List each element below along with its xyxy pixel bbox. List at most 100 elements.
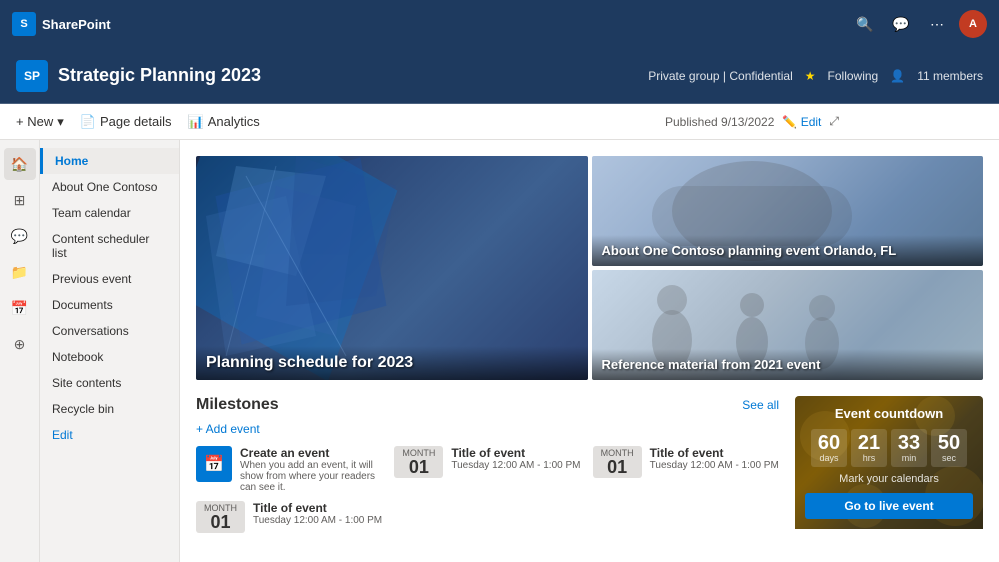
tile3-overlay: Reference material from 2021 event xyxy=(592,349,984,380)
page-details-button[interactable]: 📄 Page details xyxy=(80,114,172,130)
main-layout: 🏠 ⊞ 💬 📁 📅 ⊕ Home About One Contoso Team … xyxy=(0,140,999,562)
nav-bar: 🏠 ⊞ 💬 📁 📅 ⊕ xyxy=(0,140,40,562)
page-details-label: Page details xyxy=(100,114,172,129)
countdown-hours-label: hrs xyxy=(863,453,876,463)
sharepoint-logo: S SharePoint xyxy=(12,12,111,36)
events-row-2: Month 01 Title of event Tuesday 12:00 AM… xyxy=(196,501,779,533)
top-bar: S SharePoint 🔍 💬 ⋯ A xyxy=(0,0,999,48)
search-icon[interactable]: 🔍 xyxy=(851,10,879,38)
nav-calendar-icon[interactable]: 📅 xyxy=(4,292,36,324)
sidebar-item-notebook[interactable]: Notebook xyxy=(40,344,179,370)
command-bar: + New ▾ 📄 Page details 📊 Analytics Publi… xyxy=(0,104,999,140)
chevron-down-icon: ▾ xyxy=(57,114,64,130)
expand-icon[interactable]: ⤢ xyxy=(829,114,839,129)
tile3-title: Reference material from 2021 event xyxy=(602,357,974,372)
content-area: Planning schedule for 2023 About One Con… xyxy=(180,140,999,562)
sidebar-item-site-contents[interactable]: Site contents xyxy=(40,370,179,396)
sidebar-item-documents[interactable]: Documents xyxy=(40,292,179,318)
event1-info: Title of event Tuesday 12:00 AM - 1:00 P… xyxy=(451,446,580,471)
event3-date-badge: Month 01 xyxy=(196,501,245,533)
sidebar-item-about[interactable]: About One Contoso xyxy=(40,174,179,200)
event-card-3[interactable]: Month 01 Title of event Tuesday 12:00 AM… xyxy=(196,501,779,533)
nav-more-icon[interactable]: ⊕ xyxy=(4,328,36,360)
event1-time: Tuesday 12:00 AM - 1:00 PM xyxy=(451,460,580,471)
countdown-days-label: days xyxy=(819,453,838,463)
tile1-overlay: Planning schedule for 2023 xyxy=(196,346,588,380)
event1-title: Title of event xyxy=(451,446,580,460)
published-info: Published 9/13/2022 ✏️ Edit ⤢ xyxy=(665,114,839,129)
countdown-days-num: 60 xyxy=(818,433,840,453)
chat-icon[interactable]: 💬 xyxy=(887,10,915,38)
event1-day: 01 xyxy=(409,458,429,476)
published-date: Published 9/13/2022 xyxy=(665,115,774,129)
analytics-button[interactable]: 📊 Analytics xyxy=(188,114,260,130)
top-bar-right: 🔍 💬 ⋯ A xyxy=(851,10,987,38)
event3-info: Title of event Tuesday 12:00 AM - 1:00 P… xyxy=(253,501,779,526)
person-icon: 👤 xyxy=(890,69,905,83)
site-logo-text: SP xyxy=(24,69,40,83)
countdown-seconds-label: sec xyxy=(942,453,956,463)
events-row-1: 📅 Create an event When you add an event,… xyxy=(196,446,779,493)
avatar[interactable]: A xyxy=(959,10,987,38)
tile1-title: Planning schedule for 2023 xyxy=(206,354,578,372)
star-icon: ★ xyxy=(805,69,816,83)
image-tile-1[interactable]: Planning schedule for 2023 xyxy=(196,156,588,380)
milestones-title: Milestones xyxy=(196,396,279,414)
nav-chat-icon[interactable]: 💬 xyxy=(4,220,36,252)
milestones-left: Milestones See all + Add event 📅 Create … xyxy=(196,396,779,533)
countdown-content: Event countdown 60 days 21 hrs 3 xyxy=(805,406,973,519)
event-card-1[interactable]: Month 01 Title of event Tuesday 12:00 AM… xyxy=(394,446,580,493)
image-grid: Planning schedule for 2023 About One Con… xyxy=(196,156,983,380)
site-logo-badge: SP xyxy=(16,60,48,92)
countdown-hours: 21 hrs xyxy=(851,429,887,467)
sidebar-item-team-calendar[interactable]: Team calendar xyxy=(40,200,179,226)
event-card-2[interactable]: Month 01 Title of event Tuesday 12:00 AM… xyxy=(593,446,779,493)
sidebar-item-previous-event[interactable]: Previous event xyxy=(40,266,179,292)
sidebar-item-recycle-bin[interactable]: Recycle bin xyxy=(40,396,179,422)
nav-apps-icon[interactable]: ⊞ xyxy=(4,184,36,216)
countdown-days: 60 days xyxy=(811,429,847,467)
site-title: Strategic Planning 2023 xyxy=(58,65,261,86)
go-live-button[interactable]: Go to live event xyxy=(805,493,973,519)
add-event-button[interactable]: + Add event xyxy=(196,422,779,436)
analytics-label: Analytics xyxy=(208,114,260,129)
create-event-desc: When you add an event, it will show from… xyxy=(240,460,382,493)
image-tile-2[interactable]: About One Contoso planning event Orlando… xyxy=(592,156,984,266)
nav-docs-icon[interactable]: 📁 xyxy=(4,256,36,288)
countdown-seconds: 50 sec xyxy=(931,429,967,467)
event2-date-badge: Month 01 xyxy=(593,446,642,478)
sidebar-item-home[interactable]: Home xyxy=(40,148,179,174)
countdown-widget: Event countdown 60 days 21 hrs 3 xyxy=(795,396,983,533)
event2-time: Tuesday 12:00 AM - 1:00 PM xyxy=(650,460,779,471)
countdown-minutes-label: min xyxy=(902,453,917,463)
milestones-section: Milestones See all + Add event 📅 Create … xyxy=(196,396,983,533)
create-event-title: Create an event xyxy=(240,446,382,460)
event1-date-badge: Month 01 xyxy=(394,446,443,478)
sidebar-item-edit[interactable]: Edit xyxy=(40,422,179,448)
create-event-info: Create an event When you add an event, i… xyxy=(240,446,382,493)
site-header-right: Private group | Confidential ★ Following… xyxy=(648,69,983,83)
privacy-label: Private group | Confidential xyxy=(648,69,793,83)
tile2-title: About One Contoso planning event Orlando… xyxy=(602,243,974,258)
more-icon[interactable]: ⋯ xyxy=(923,10,951,38)
nav-home-icon[interactable]: 🏠 xyxy=(4,148,36,180)
countdown-hours-num: 21 xyxy=(858,433,880,453)
countdown-minutes: 33 min xyxy=(891,429,927,467)
mark-calendar-text: Mark your calendars xyxy=(805,473,973,485)
following-button[interactable]: Following xyxy=(828,69,879,83)
calendar-icon: 📅 xyxy=(196,446,232,482)
event3-title: Title of event xyxy=(253,501,779,515)
countdown-bg: Event countdown 60 days 21 hrs 3 xyxy=(795,396,983,529)
image-tile-3[interactable]: Reference material from 2021 event xyxy=(592,270,984,380)
create-event-card: 📅 Create an event When you add an event,… xyxy=(196,446,382,493)
members-count[interactable]: 11 members xyxy=(917,69,983,83)
countdown-title: Event countdown xyxy=(805,406,973,421)
countdown-numbers: 60 days 21 hrs 33 min xyxy=(805,429,973,467)
countdown-seconds-num: 50 xyxy=(938,433,960,453)
new-button[interactable]: + New ▾ xyxy=(16,114,64,130)
edit-link[interactable]: ✏️ Edit xyxy=(782,115,821,129)
sidebar-item-conversations[interactable]: Conversations xyxy=(40,318,179,344)
analytics-icon: 📊 xyxy=(188,114,204,130)
sidebar-item-content-scheduler[interactable]: Content scheduler list xyxy=(40,226,179,266)
see-all-link[interactable]: See all xyxy=(742,398,779,412)
